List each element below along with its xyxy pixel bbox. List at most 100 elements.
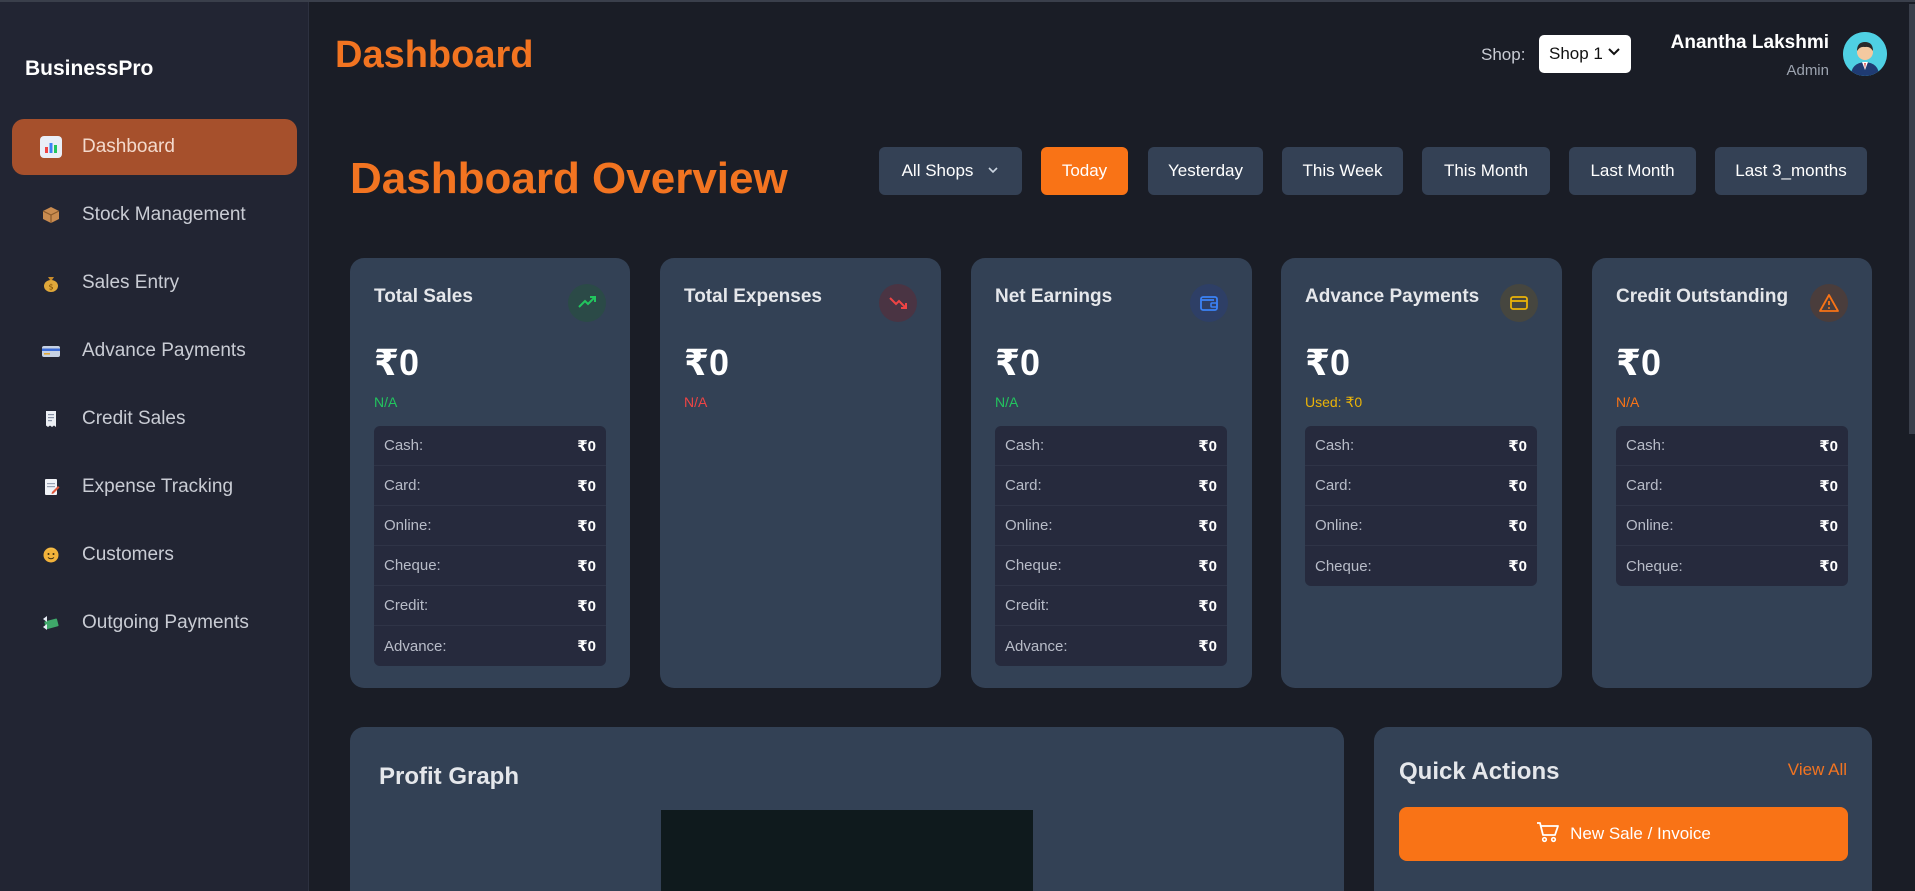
shop-select[interactable]: Shop 1	[1539, 35, 1631, 73]
credit-outstanding-card: Credit Outstanding ₹0 N/A Cash: ₹0 Card: ₹…	[1592, 258, 1872, 688]
shop-select-value: Shop 1	[1549, 44, 1603, 63]
sidebar-item-stock-management[interactable]: Stock Management	[12, 187, 297, 243]
range-last-3-months-button[interactable]: Last 3_months	[1715, 147, 1867, 195]
card-title: Net Earnings	[995, 286, 1113, 307]
card-icon	[1500, 284, 1538, 322]
main-content: Dashboard Shop: Shop 1 Anantha Lakshmi A…	[310, 2, 1915, 891]
card-sub: N/A	[1616, 394, 1640, 410]
card-title: Total Expenses	[684, 286, 822, 307]
brand-logo[interactable]: BusinessPro	[25, 57, 153, 81]
sidebar-item-expense-tracking[interactable]: Expense Tracking	[12, 459, 297, 515]
total-sales-card: Total Sales ₹0 N/A Cash: ₹0 Card: ₹0 Onlin…	[350, 258, 630, 688]
row-value: ₹0	[1198, 557, 1217, 575]
range-this-month-button[interactable]: This Month	[1422, 147, 1550, 195]
payment-breakdown: Cash: ₹0 Card: ₹0 Online: ₹0 Cheque: ₹0	[1305, 426, 1537, 586]
sidebar-item-credit-sales[interactable]: Credit Sales	[12, 391, 297, 447]
row-label: Cash:	[1315, 437, 1355, 454]
row-label: Cheque:	[1626, 557, 1683, 575]
row-label: Cheque:	[1315, 557, 1372, 575]
sidebar-item-customers[interactable]: Customers	[12, 527, 297, 583]
user-name: Anantha Lakshmi	[1670, 32, 1829, 53]
breakdown-row: Cash: ₹0	[1616, 426, 1848, 466]
row-value: ₹0	[577, 597, 596, 615]
sidebar-item-sales-entry[interactable]: $ Sales Entry	[12, 255, 297, 311]
new-sale-button[interactable]: New Sale / Invoice	[1399, 807, 1848, 861]
card-value: ₹0	[1305, 342, 1351, 383]
card-sub: Used: ₹0	[1305, 394, 1363, 410]
row-label: Card:	[1626, 477, 1663, 494]
breakdown-row: Online: ₹0	[1616, 506, 1848, 546]
row-label: Card:	[1005, 477, 1042, 494]
breakdown-row: Advance: ₹0	[995, 626, 1227, 666]
breakdown-row: Cheque: ₹0	[1305, 546, 1537, 586]
warning-icon	[1810, 284, 1848, 322]
breakdown-row: Online: ₹0	[995, 506, 1227, 546]
vertical-scrollbar[interactable]	[1909, 4, 1915, 434]
row-value: ₹0	[577, 477, 596, 495]
payment-breakdown: Cash: ₹0 Card: ₹0 Online: ₹0 Cheque: ₹0	[1616, 426, 1848, 586]
breakdown-row: Card: ₹0	[1616, 466, 1848, 506]
sidebar-item-dashboard[interactable]: Dashboard	[12, 119, 297, 175]
avatar[interactable]	[1843, 32, 1887, 76]
row-label: Cash:	[1005, 437, 1045, 454]
card-sub: N/A	[374, 394, 398, 410]
package-icon	[40, 204, 62, 226]
panel-title: Profit Graph	[379, 763, 520, 790]
cart-icon	[1536, 821, 1560, 848]
range-today-button[interactable]: Today	[1041, 147, 1128, 195]
range-last-month-button[interactable]: Last Month	[1569, 147, 1696, 195]
card-value: ₹0	[684, 342, 730, 383]
row-label: Online:	[384, 517, 432, 534]
profit-graph-canvas[interactable]	[661, 810, 1033, 891]
row-label: Advance:	[384, 637, 447, 655]
person-icon	[40, 544, 62, 566]
row-label: Credit:	[384, 597, 429, 614]
shop-filter-value: All Shops	[901, 161, 974, 180]
trend-down-icon	[879, 284, 917, 322]
row-value: ₹0	[1819, 437, 1838, 455]
credit-card-icon	[40, 340, 62, 362]
svg-text:$: $	[48, 283, 53, 292]
wallet-icon	[1190, 284, 1228, 322]
sidebar-item-outgoing-payments[interactable]: Outgoing Payments	[12, 595, 297, 651]
row-value: ₹0	[577, 638, 596, 655]
breakdown-row: Online: ₹0	[1305, 506, 1537, 546]
overview-title: Dashboard Overview	[350, 154, 788, 203]
row-label: Cheque:	[1005, 557, 1062, 574]
range-yesterday-button[interactable]: Yesterday	[1148, 147, 1263, 195]
page-title: Dashboard	[335, 34, 534, 76]
row-label: Online:	[1315, 517, 1363, 534]
row-label: Cheque:	[384, 557, 441, 574]
row-value: ₹0	[1819, 517, 1838, 535]
breakdown-row: Credit: ₹0	[374, 586, 606, 626]
payment-breakdown: Cash: ₹0 Card: ₹0 Online: ₹0 Cheque: ₹0 Cred…	[995, 426, 1227, 666]
shop-filter-dropdown[interactable]: All Shops	[879, 147, 1022, 195]
sidebar-item-label: Outgoing Payments	[82, 612, 249, 633]
sidebar-item-label: Dashboard	[82, 136, 175, 157]
row-value: ₹0	[1508, 517, 1527, 535]
breakdown-row: Online: ₹0	[374, 506, 606, 546]
money-bag-icon: $	[40, 272, 62, 294]
chevron-down-icon	[1607, 44, 1621, 61]
sidebar-item-label: Stock Management	[82, 204, 246, 225]
breakdown-row: Credit: ₹0	[995, 586, 1227, 626]
card-title: Credit Outstanding	[1616, 286, 1789, 307]
sidebar-nav: Dashboard Stock Management $ Sales Entry…	[12, 119, 297, 663]
total-expenses-card: Total Expenses ₹0 N/A	[660, 258, 941, 688]
sidebar-item-advance-payments[interactable]: Advance Payments	[12, 323, 297, 379]
card-title: Total Sales	[374, 286, 473, 307]
view-all-link[interactable]: View All	[1788, 760, 1847, 780]
breakdown-row: Cash: ₹0	[1305, 426, 1537, 466]
card-value: ₹0	[374, 342, 420, 383]
breakdown-row: Cheque: ₹0	[374, 546, 606, 586]
range-this-week-button[interactable]: This Week	[1282, 147, 1403, 195]
payment-breakdown: Cash: ₹0 Card: ₹0 Online: ₹0 Cheque: ₹0 Cred…	[374, 426, 606, 666]
shop-label: Shop:	[1481, 45, 1526, 64]
row-value: ₹0	[1508, 477, 1527, 495]
breakdown-row: Cash: ₹0	[374, 426, 606, 466]
row-label: Credit:	[1005, 597, 1050, 614]
row-value: ₹0	[1198, 638, 1217, 655]
row-value: ₹0	[1198, 437, 1217, 455]
bar-chart-icon	[40, 136, 62, 158]
row-value: ₹0	[1198, 517, 1217, 535]
